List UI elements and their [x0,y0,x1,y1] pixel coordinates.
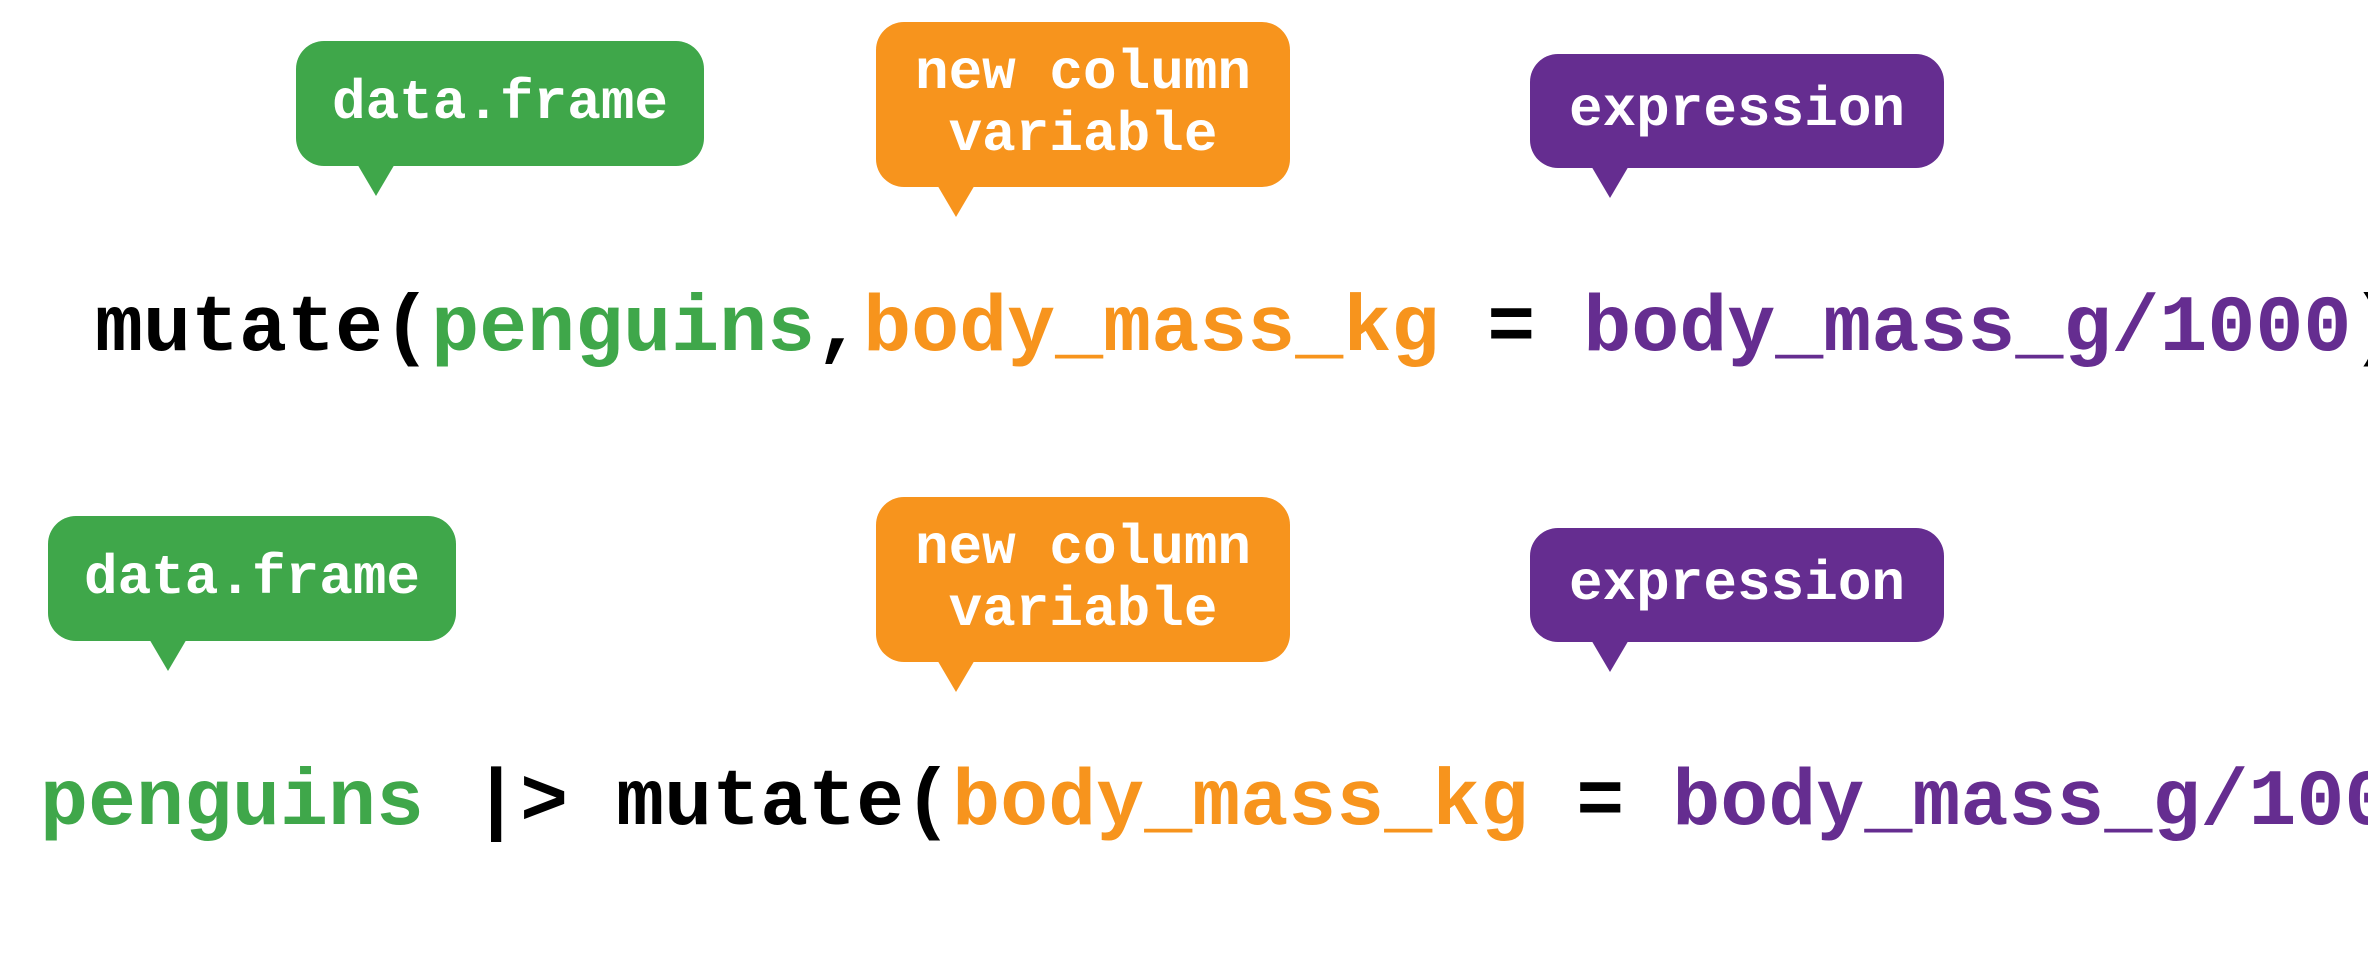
bubble-expression-bottom: expression [1530,528,1944,642]
bubble-tail [1590,638,1630,672]
bubble-newcolumn-top: new column variable [876,22,1290,187]
bubble-label-line1: new column [915,518,1251,580]
bubble-tail [356,162,396,196]
bubble-dataframe-bottom: data.frame [48,516,456,641]
bubble-label: expression [1569,80,1905,142]
code-token: mutate( [95,284,431,375]
bubble-label: expression [1569,554,1905,616]
code-token: body_mass_kg [863,284,1439,375]
code-token: body_mass_kg [952,758,1528,849]
code-token: = [1439,284,1583,375]
code-token: mutate( [616,758,952,849]
code-token: penguins [431,284,815,375]
code-token: body_mass_g/1000 [1672,758,2368,849]
bubble-label-line2: variable [949,105,1218,167]
code-token: = [1528,758,1672,849]
code-line-2: penguins |> mutate(body_mass_kg = body_m… [40,764,2368,844]
bubble-label-line2: variable [949,580,1218,642]
bubble-tail [1590,164,1630,198]
code-token: , [815,284,863,375]
bubble-expression-top: expression [1530,54,1944,168]
bubble-label-line1: new column [915,43,1251,105]
bubble-label: data.frame [84,548,420,610]
code-token: |> [424,758,616,849]
diagram-root: data.frame new column variable expressio… [0,0,2368,953]
bubble-tail [936,658,976,692]
code-token: body_mass_g/1000 [1583,284,2351,375]
bubble-newcolumn-bottom: new column variable [876,497,1290,662]
bubble-tail [936,183,976,217]
code-token: ) [2351,284,2368,375]
bubble-label: data.frame [332,73,668,135]
code-line-1: mutate(penguins,body_mass_kg = body_mass… [95,290,2368,370]
bubble-dataframe-top: data.frame [296,41,704,166]
code-token: penguins [40,758,424,849]
bubble-tail [148,637,188,671]
